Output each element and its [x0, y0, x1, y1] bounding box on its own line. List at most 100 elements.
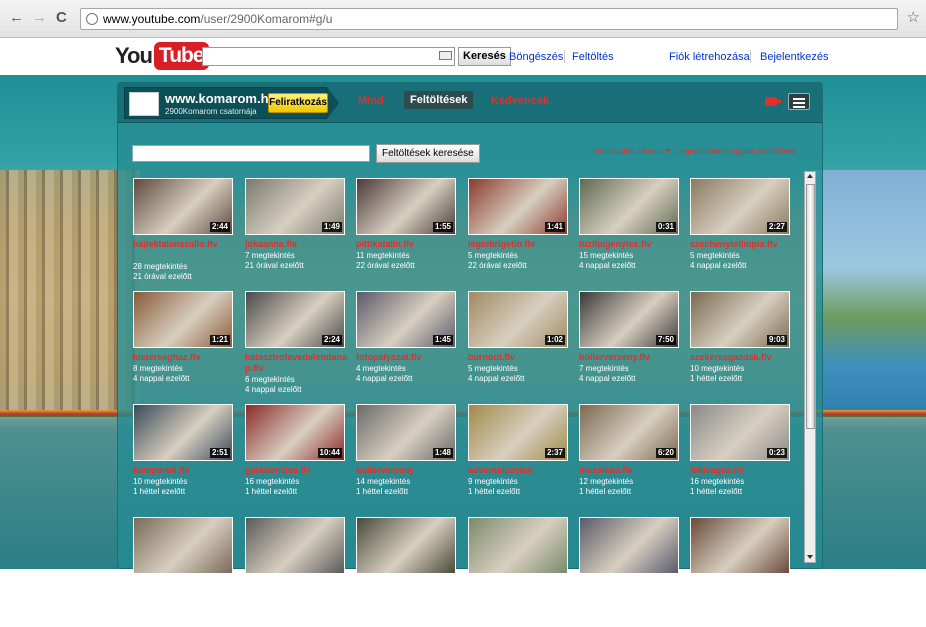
- reload-icon[interactable]: C: [56, 9, 67, 27]
- video-item[interactable]: 2:51 komportal.flv 10 megtekintés 1 héttel …: [133, 404, 233, 514]
- bookmark-star-icon[interactable]: ☆: [907, 8, 920, 26]
- video-item[interactable]: [133, 517, 233, 627]
- video-thumbnail[interactable]: [133, 517, 233, 574]
- video-thumbnail[interactable]: 1:21: [133, 291, 233, 348]
- video-item[interactable]: 2:37 adventelozetes 9 megtekintés 1 héttel …: [468, 404, 568, 514]
- video-title[interactable]: muzsikas.flv: [579, 465, 694, 476]
- video-title[interactable]: szechenyiolimpia.flv: [690, 239, 805, 250]
- video-thumbnail[interactable]: 1:48: [356, 404, 456, 461]
- grid-view-icon[interactable]: [788, 93, 810, 110]
- video-title[interactable]: fakivagas.flv: [690, 465, 805, 476]
- keyboard-icon[interactable]: [439, 51, 452, 60]
- video-thumbnail[interactable]: 2:51: [133, 404, 233, 461]
- video-item[interactable]: 6:20 muzsikas.flv 12 megtekintés 1 héttel e…: [579, 404, 679, 514]
- forward-icon[interactable]: →: [32, 9, 47, 27]
- video-thumbnail[interactable]: [468, 517, 568, 574]
- scroll-up-icon[interactable]: [807, 174, 813, 178]
- video-thumbnail[interactable]: 1:55: [356, 178, 456, 235]
- video-duration: 7:50: [655, 335, 676, 345]
- scrollbar[interactable]: [804, 171, 816, 563]
- address-bar[interactable]: www.youtube.com/user/2900Komarom#g/u: [80, 8, 898, 30]
- sort-date-link[interactable]: Hozzáadás dátuma: [594, 147, 663, 156]
- video-item[interactable]: 1:55 pittikatalin.flv 11 megtekintés 22 órá…: [356, 178, 456, 288]
- video-thumbnail[interactable]: 1:41: [468, 178, 568, 235]
- video-item[interactable]: [579, 517, 679, 627]
- uploads-search-input[interactable]: [132, 145, 370, 162]
- video-thumbnail[interactable]: [245, 517, 345, 574]
- youtube-logo[interactable]: You Tube: [115, 42, 209, 70]
- scroll-down-icon[interactable]: [807, 555, 813, 559]
- video-item[interactable]: 10:44 garaboncias.flv 16 megtekintés 1 hétt…: [245, 404, 345, 514]
- video-title[interactable]: garaboncias.flv: [245, 465, 360, 476]
- video-item[interactable]: 1:45 fotopalyazat.flv 4 megtekintés 4 nappa…: [356, 291, 456, 401]
- create-account-link[interactable]: Fiók létrehozása: [669, 51, 750, 63]
- video-item[interactable]: [245, 517, 345, 627]
- video-thumbnail[interactable]: [690, 517, 790, 574]
- channel-name[interactable]: www.komarom.hu: [165, 91, 276, 106]
- video-thumbnail[interactable]: 2:44: [133, 178, 233, 235]
- video-item[interactable]: [356, 517, 456, 627]
- video-item[interactable]: 0:23 fakivagas.flv 16 megtekintés 1 héttel …: [690, 404, 790, 514]
- tab-uploads[interactable]: Feltöltések: [404, 91, 474, 109]
- video-title[interactable]: bollerverseny: [356, 465, 471, 476]
- sign-in-link[interactable]: Bejelentkezés: [760, 51, 829, 63]
- video-item[interactable]: 2:24 katasztrofavedelemtana p.flv 6 megtek…: [245, 291, 347, 401]
- video-item[interactable]: 2:27 szechenyiolimpia.flv 5 megtekintés 4 n…: [690, 178, 790, 288]
- scrollbar-thumb[interactable]: [806, 184, 815, 429]
- video-duration: 2:51: [209, 448, 230, 458]
- video-title[interactable]: szekeresgazdak.flv: [690, 352, 805, 363]
- video-item[interactable]: 1:02 burnout.flv 5 megtekintés 4 nappal eze…: [468, 291, 568, 401]
- video-title[interactable]: fotopalyazat.flv: [356, 352, 471, 363]
- sort-rated-link[interactable]: Legjobb minősítésű: [727, 147, 796, 156]
- video-title[interactable]: legiobrigetio.flv: [468, 239, 583, 250]
- video-item[interactable]: 1:48 bollerverseny 14 megtekintés 1 héttel …: [356, 404, 456, 514]
- browse-link[interactable]: Böngészés: [509, 51, 563, 63]
- video-item[interactable]: [690, 517, 790, 627]
- video-thumbnail[interactable]: 9:03: [690, 291, 790, 348]
- video-title[interactable]: tuzifaigenyles.flv: [579, 239, 694, 250]
- tab-favorites[interactable]: Kedvencek: [491, 95, 549, 107]
- globe-icon: [86, 13, 98, 25]
- video-thumbnail[interactable]: 1:02: [468, 291, 568, 348]
- video-thumbnail[interactable]: 2:27: [690, 178, 790, 235]
- video-title[interactable]: bollerverseny.flv: [579, 352, 694, 363]
- video-title[interactable]: katasztrofavedelemtana p.flv: [245, 352, 360, 374]
- channel-logo[interactable]: [129, 92, 159, 116]
- video-item[interactable]: 0:31 tuzifaigenyles.flv 15 megtekintés 4 na…: [579, 178, 679, 288]
- tab-all[interactable]: Mind: [358, 95, 384, 107]
- video-title[interactable]: kisterseghaz.flv: [133, 352, 248, 363]
- video-title[interactable]: hajlektalanszallo.flv: [133, 239, 248, 250]
- video-thumbnail[interactable]: 7:50: [579, 291, 679, 348]
- video-item[interactable]: 1:49 jokaanna.flv 7 megtekintés 21 órával e…: [245, 178, 345, 288]
- sort-popular-link[interactable]: Legnézettebb: [676, 147, 725, 156]
- playlist-icon[interactable]: [765, 97, 781, 106]
- video-thumbnail[interactable]: [579, 517, 679, 574]
- video-title[interactable]: pittikatalin.flv: [356, 239, 471, 250]
- video-title[interactable]: burnout.flv: [468, 352, 583, 363]
- video-thumbnail[interactable]: 0:23: [690, 404, 790, 461]
- subscribe-button[interactable]: Feliratkozás: [268, 93, 328, 113]
- url-host: www.youtube.com: [103, 12, 201, 26]
- video-thumbnail[interactable]: 1:45: [356, 291, 456, 348]
- video-thumbnail[interactable]: 10:44: [245, 404, 345, 461]
- search-button[interactable]: Keresés: [458, 47, 511, 66]
- back-icon[interactable]: ←: [9, 9, 24, 27]
- video-thumbnail[interactable]: 2:24: [245, 291, 345, 348]
- video-title[interactable]: jokaanna.flv: [245, 239, 360, 250]
- uploads-search-button[interactable]: Feltöltések keresése: [376, 144, 480, 163]
- search-input[interactable]: [202, 47, 455, 66]
- video-title[interactable]: komportal.flv: [133, 465, 248, 476]
- video-item[interactable]: 2:44 hajlektalanszallo.flv 28 megtekintés 2…: [133, 178, 233, 288]
- video-thumbnail[interactable]: 0:31: [579, 178, 679, 235]
- video-item[interactable]: 9:03 szekeresgazdak.flv 10 megtekintés 1 hé…: [690, 291, 790, 401]
- upload-link[interactable]: Feltöltés: [572, 51, 614, 63]
- video-thumbnail[interactable]: [356, 517, 456, 574]
- video-thumbnail[interactable]: 2:37: [468, 404, 568, 461]
- video-item[interactable]: 1:21 kisterseghaz.flv 8 megtekintés 4 nappa…: [133, 291, 233, 401]
- video-title[interactable]: adventelozetes: [468, 465, 583, 476]
- video-item[interactable]: [468, 517, 568, 627]
- video-item[interactable]: 1:41 legiobrigetio.flv 5 megtekintés 22 órá…: [468, 178, 568, 288]
- video-thumbnail[interactable]: 6:20: [579, 404, 679, 461]
- video-thumbnail[interactable]: 1:49: [245, 178, 345, 235]
- video-item[interactable]: 7:50 bollerverseny.flv 7 megtekintés 4 napp…: [579, 291, 679, 401]
